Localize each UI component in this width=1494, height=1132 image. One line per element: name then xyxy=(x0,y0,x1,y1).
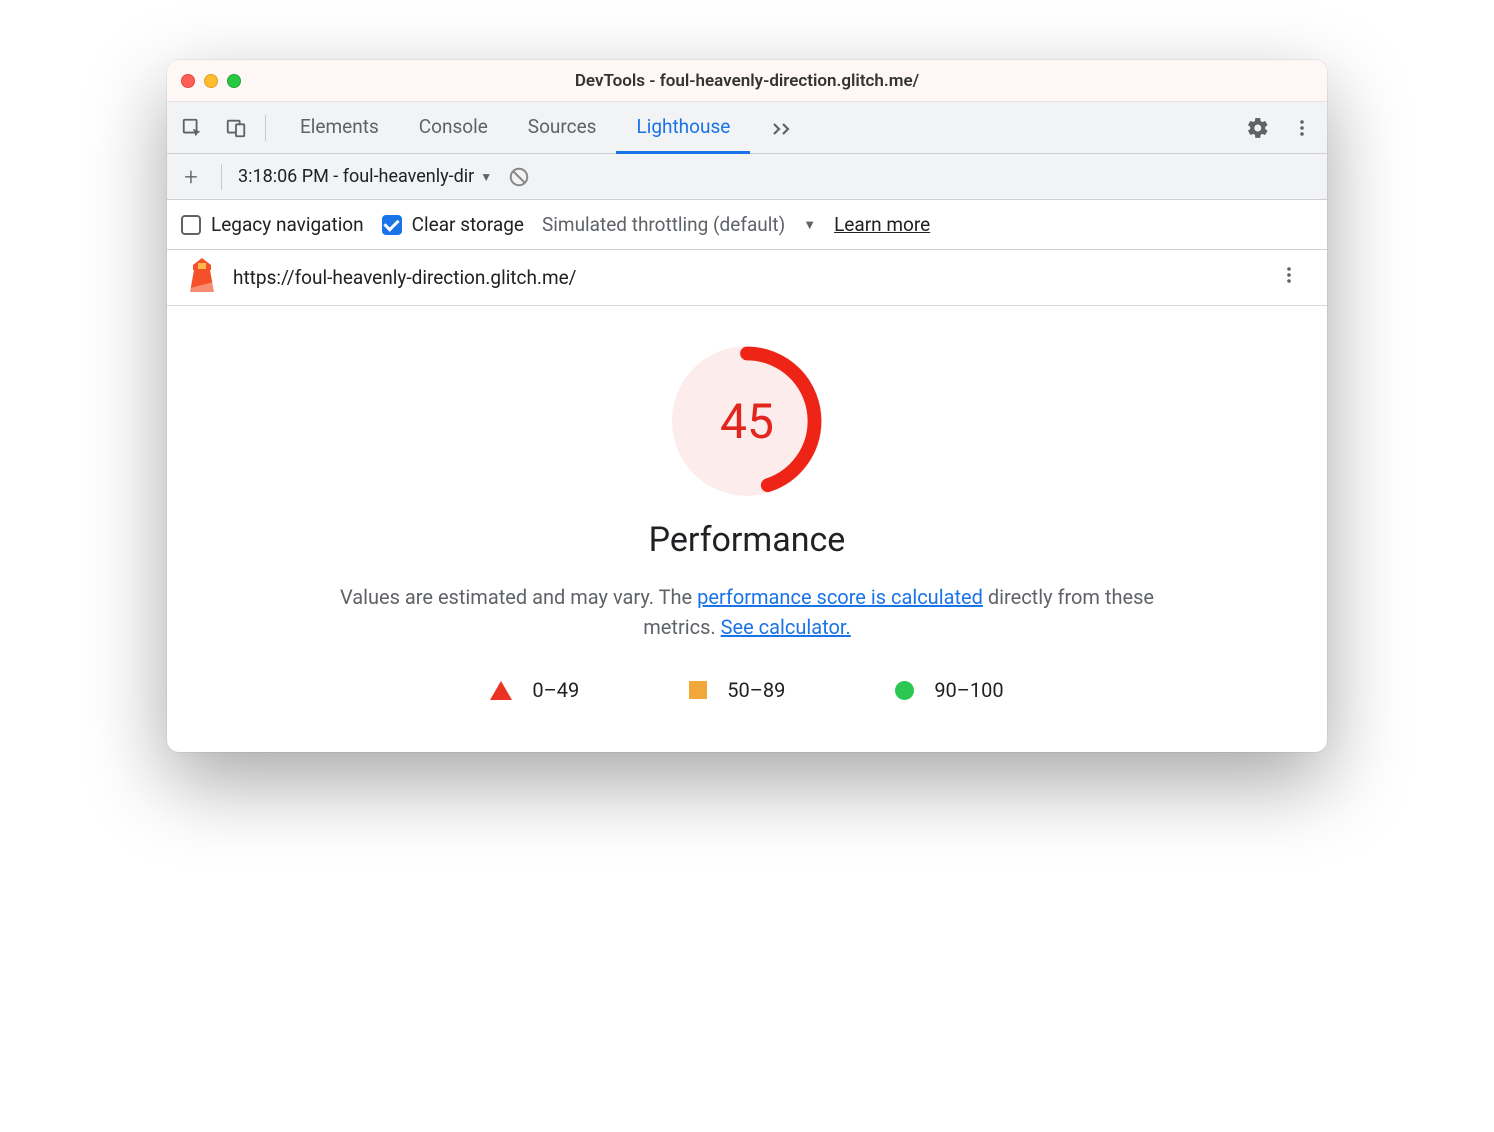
report-selector-label: 3:18:06 PM - foul-heavenly-dir xyxy=(238,166,474,187)
report-selector[interactable]: 3:18:06 PM - foul-heavenly-dir ▼ xyxy=(238,166,492,187)
square-icon xyxy=(689,681,707,699)
lighthouse-subbar: + 3:18:06 PM - foul-heavenly-dir ▼ xyxy=(167,154,1327,200)
divider xyxy=(265,115,266,141)
desc-text: Values are estimated and may vary. The xyxy=(340,585,697,609)
chevron-down-icon: ▼ xyxy=(803,217,816,233)
performance-gauge: 45 xyxy=(672,346,822,496)
legend-average: 50–89 xyxy=(689,678,785,702)
lighthouse-logo-icon xyxy=(187,258,217,297)
score-description: Values are estimated and may vary. The p… xyxy=(317,582,1177,642)
category-title: Performance xyxy=(649,520,846,560)
legend-avg-label: 50–89 xyxy=(727,678,785,702)
clear-storage-checkbox[interactable]: Clear storage xyxy=(382,213,524,236)
report-url: https://foul-heavenly-direction.glitch.m… xyxy=(233,266,577,289)
lighthouse-report: 45 Performance Values are estimated and … xyxy=(167,306,1327,752)
legend-fail: 0–49 xyxy=(490,678,579,702)
report-menu-kebab-icon[interactable] xyxy=(1271,261,1307,294)
close-window-button[interactable] xyxy=(181,74,195,88)
tab-console[interactable]: Console xyxy=(399,102,508,154)
report-url-row: https://foul-heavenly-direction.glitch.m… xyxy=(167,250,1327,306)
new-report-button[interactable]: + xyxy=(177,163,205,191)
legacy-navigation-label: Legacy navigation xyxy=(211,213,364,236)
more-tabs-icon[interactable] xyxy=(764,116,802,140)
tab-lighthouse[interactable]: Lighthouse xyxy=(616,102,750,154)
triangle-icon xyxy=(490,681,512,700)
score-legend: 0–49 50–89 90–100 xyxy=(490,678,1003,702)
window-controls xyxy=(181,74,241,88)
circle-icon xyxy=(895,681,914,700)
inspect-element-icon[interactable] xyxy=(177,113,207,143)
settings-gear-icon[interactable] xyxy=(1243,113,1273,143)
main-toolbar: Elements Console Sources Lighthouse xyxy=(167,102,1327,154)
throttling-label: Simulated throttling (default) xyxy=(542,213,785,236)
window-title: DevTools - foul-heavenly-direction.glitc… xyxy=(167,71,1327,91)
legend-pass-label: 90–100 xyxy=(934,678,1003,702)
legend-fail-label: 0–49 xyxy=(532,678,579,702)
clear-icon[interactable] xyxy=(508,166,530,188)
see-calculator-link[interactable]: See calculator. xyxy=(721,615,851,639)
score-calculated-link[interactable]: performance score is calculated xyxy=(697,585,983,609)
panel-tabs: Elements Console Sources Lighthouse xyxy=(280,102,750,153)
learn-more-link[interactable]: Learn more xyxy=(834,213,930,236)
performance-score: 45 xyxy=(672,346,822,496)
checkbox-box-icon xyxy=(382,215,402,235)
more-options-kebab-icon[interactable] xyxy=(1287,113,1317,143)
titlebar: DevTools - foul-heavenly-direction.glitc… xyxy=(167,60,1327,102)
legacy-navigation-checkbox[interactable]: Legacy navigation xyxy=(181,213,364,236)
zoom-window-button[interactable] xyxy=(227,74,241,88)
chevron-down-icon: ▼ xyxy=(480,170,492,184)
throttling-selector[interactable]: Simulated throttling (default) ▼ xyxy=(542,213,816,236)
checkbox-box-icon xyxy=(181,215,201,235)
lighthouse-options: Legacy navigation Clear storage Simulate… xyxy=(167,200,1327,250)
minimize-window-button[interactable] xyxy=(204,74,218,88)
device-toolbar-icon[interactable] xyxy=(221,113,251,143)
devtools-window: DevTools - foul-heavenly-direction.glitc… xyxy=(167,60,1327,752)
tab-elements[interactable]: Elements xyxy=(280,102,399,154)
clear-storage-label: Clear storage xyxy=(412,213,524,236)
tab-sources[interactable]: Sources xyxy=(508,102,617,154)
divider xyxy=(221,164,222,190)
legend-pass: 90–100 xyxy=(895,678,1003,702)
